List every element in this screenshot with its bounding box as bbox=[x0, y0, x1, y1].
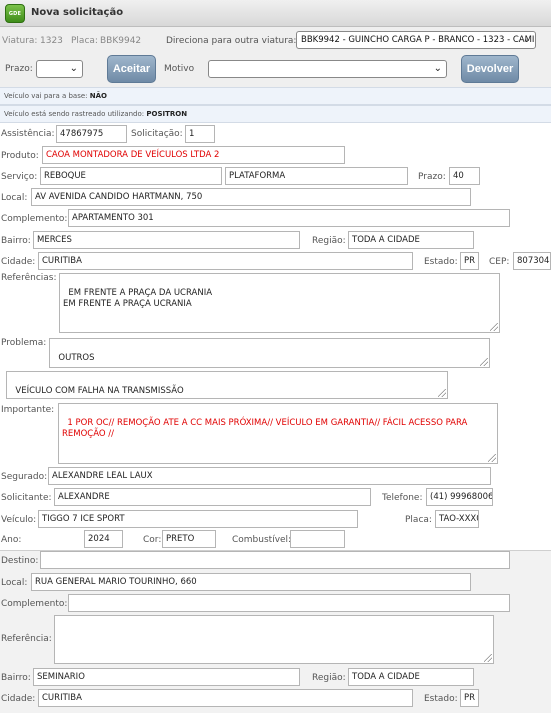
segurado-label: Segurado: bbox=[1, 472, 48, 482]
servico-prazo-label: Prazo: bbox=[418, 172, 446, 182]
local-label: Local: bbox=[1, 193, 28, 203]
regiao-label: Região: bbox=[312, 236, 346, 246]
ano-field[interactable]: 2024 bbox=[84, 530, 123, 548]
app-logo-icon: GDE bbox=[5, 4, 25, 23]
resize-grip-icon[interactable] bbox=[484, 654, 492, 662]
estado-label: Estado: bbox=[424, 257, 458, 267]
cidade-field[interactable]: CURITIBA bbox=[38, 252, 413, 270]
problema-label: Problema: bbox=[1, 338, 47, 348]
destino-cidade-label: Cidade: bbox=[1, 694, 36, 704]
complemento-label: Complemento: bbox=[1, 214, 68, 224]
local-field[interactable]: AV AVENIDA CANDIDO HARTMANN, 750 bbox=[31, 188, 471, 206]
resize-grip-icon[interactable] bbox=[438, 389, 446, 397]
destino-complemento-field[interactable] bbox=[68, 594, 510, 612]
prazo-select[interactable]: ⌄ bbox=[36, 60, 83, 78]
destino-label: Destino: bbox=[1, 556, 39, 566]
placa-value: BBK9942 bbox=[100, 36, 142, 46]
tracking-info-value: POSITRON bbox=[146, 110, 188, 118]
resize-grip-icon[interactable] bbox=[488, 454, 496, 462]
chevron-down-icon: ⌄ bbox=[69, 63, 78, 74]
solicitante-field[interactable]: ALEXANDRE bbox=[54, 488, 371, 506]
referencias-textarea[interactable]: EM FRENTE A PRAÇA DA UCRANIA EM FRENTE A… bbox=[59, 273, 500, 333]
destino-referencia-textarea[interactable] bbox=[54, 615, 494, 664]
solicitacao-field[interactable]: 1 bbox=[185, 125, 215, 143]
problema-description-textarea[interactable]: VEÍCULO COM FALHA NA TRANSMISSÃO bbox=[6, 371, 448, 399]
servico-tipo-field[interactable]: PLATAFORMA bbox=[225, 167, 408, 185]
viatura-label: Viatura: bbox=[2, 36, 38, 46]
destino-regiao-field[interactable]: TODA A CIDADE bbox=[348, 668, 474, 686]
servico-label: Serviço: bbox=[1, 172, 38, 182]
combustivel-label: Combustível: bbox=[232, 535, 292, 545]
destino-referencia-label: Referência: bbox=[1, 634, 52, 644]
solicitacao-label: Solicitação: bbox=[131, 129, 183, 139]
referencias-label: Referências: bbox=[1, 273, 57, 283]
resize-grip-icon[interactable] bbox=[480, 358, 488, 366]
problema-text: OUTROS bbox=[58, 353, 95, 363]
tracking-info-label: Veículo está sendo rastreado utilizando: bbox=[4, 110, 145, 118]
destino-estado-label: Estado: bbox=[424, 694, 458, 704]
regiao-field[interactable]: TODA A CIDADE bbox=[348, 231, 474, 249]
telefone-field[interactable]: (41) 99968006€ bbox=[426, 488, 493, 506]
assistencia-field[interactable]: 47867975 bbox=[56, 125, 127, 143]
referencias-text: EM FRENTE A PRAÇA DA UCRANIA EM FRENTE A… bbox=[63, 288, 213, 309]
assistencia-label: Assistência: bbox=[1, 129, 55, 139]
destino-regiao-label: Região: bbox=[312, 673, 346, 683]
motivo-select[interactable]: ⌄ bbox=[208, 60, 447, 78]
destino-local-field[interactable]: RUA GENERAL MARIO TOURINHO, 660 bbox=[31, 573, 471, 591]
produto-label: Produto: bbox=[1, 151, 39, 161]
servico-prazo-field[interactable]: 40 bbox=[449, 167, 480, 185]
destino-complemento-label: Complemento: bbox=[1, 599, 68, 609]
destino-bairro-label: Bairro: bbox=[1, 673, 31, 683]
motivo-label: Motivo bbox=[164, 64, 195, 74]
bairro-field[interactable]: MERCES bbox=[33, 231, 300, 249]
viatura-value: 1323 bbox=[40, 36, 63, 46]
cep-label: CEP: bbox=[489, 257, 510, 267]
resize-grip-icon[interactable] bbox=[490, 323, 498, 331]
cep-field[interactable]: 80730440 bbox=[513, 252, 551, 270]
direciona-select[interactable]: BBK9942 - GUINCHO CARGA P - BRANCO - 132… bbox=[296, 31, 536, 49]
veiculo-placa-label: Placa: bbox=[405, 515, 432, 525]
window-title: Nova solicitação bbox=[31, 7, 124, 18]
telefone-label: Telefone: bbox=[382, 493, 423, 503]
importante-label: Importante: bbox=[1, 405, 55, 415]
problema-description-text: VEÍCULO COM FALHA NA TRANSMISSÃO bbox=[15, 386, 184, 396]
return-button[interactable]: Devolver bbox=[461, 55, 519, 83]
accept-button[interactable]: Aceitar bbox=[107, 55, 156, 83]
complemento-field[interactable]: APARTAMENTO 301 bbox=[68, 209, 510, 227]
ano-label: Ano: bbox=[1, 535, 22, 545]
destino-estado-field[interactable]: PR bbox=[460, 689, 479, 707]
produto-field[interactable]: CAOA MONTADORA DE VEÍCULOS LTDA 2 bbox=[42, 146, 345, 164]
problema-textarea[interactable]: OUTROS bbox=[49, 338, 490, 368]
base-info-label: Veículo vai para a base: bbox=[4, 92, 88, 100]
destino-local-label: Local: bbox=[1, 578, 28, 588]
destino-cidade-field[interactable]: CURITIBA bbox=[38, 689, 413, 707]
importante-text: 1 POR OC// REMOÇÃO ATE A CC MAIS PRÓXIMA… bbox=[62, 418, 471, 439]
bairro-label: Bairro: bbox=[1, 236, 31, 246]
veiculo-field[interactable]: TIGGO 7 ICE SPORT bbox=[38, 510, 358, 528]
estado-field[interactable]: PR bbox=[460, 252, 479, 270]
veiculo-label: Veículo: bbox=[1, 515, 37, 525]
prazo-select-label: Prazo: bbox=[5, 64, 33, 74]
chevron-down-icon: ⌄ bbox=[433, 63, 442, 74]
base-info-bar: Veículo vai para a base: NÃO bbox=[0, 87, 551, 105]
combustivel-field[interactable] bbox=[290, 530, 345, 548]
veiculo-placa-field[interactable]: TAO-XXX0 bbox=[435, 510, 479, 528]
tracking-info-bar: Veículo está sendo rastreado utilizando:… bbox=[0, 105, 551, 123]
destino-bairro-field[interactable]: SEMINARIO bbox=[33, 668, 300, 686]
placa-label: Placa: bbox=[71, 36, 98, 46]
cor-field[interactable]: PRETO bbox=[162, 530, 216, 548]
chevron-down-icon: ⌄ bbox=[522, 34, 531, 45]
direciona-label: Direciona para outra viatura: bbox=[166, 36, 297, 46]
segurado-field[interactable]: ALEXANDRE LEAL LAUX bbox=[48, 467, 491, 485]
destino-field[interactable] bbox=[40, 551, 510, 569]
solicitante-label: Solicitante: bbox=[1, 493, 52, 503]
servico-field[interactable]: REBOQUE bbox=[40, 167, 222, 185]
importante-textarea[interactable]: 1 POR OC// REMOÇÃO ATE A CC MAIS PRÓXIMA… bbox=[58, 403, 498, 464]
cor-label: Cor: bbox=[143, 535, 162, 545]
cidade-label: Cidade: bbox=[1, 257, 36, 267]
base-info-value: NÃO bbox=[89, 92, 107, 100]
